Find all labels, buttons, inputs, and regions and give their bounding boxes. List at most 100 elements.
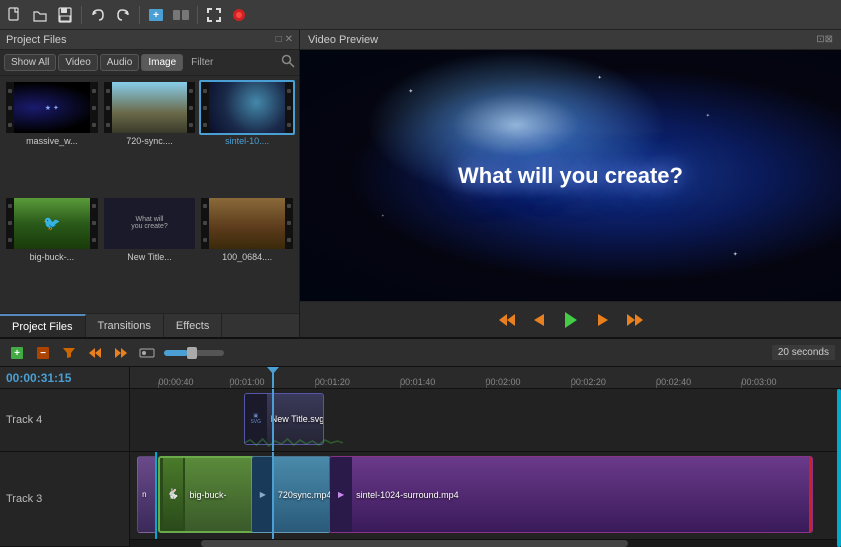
clip-thumb-icon: ▣SVG [250,413,261,425]
new-button[interactable] [4,4,26,26]
tab-effects[interactable]: Effects [164,314,222,337]
tab-transitions[interactable]: Transitions [86,314,164,337]
timeline-body: 00:00:31:15 Track 4 Track 3 00:00:40 00:… [0,367,841,547]
thumb-bigbuck-label: big-buck-... [4,251,100,263]
fullscreen-button[interactable] [203,4,225,26]
close-panel-icon[interactable]: ✕ [285,34,293,45]
undo-button[interactable] [87,4,109,26]
left-panel: Project Files □ ✕ Show All Video Audio I… [0,30,300,337]
sintel-label: sintel-1024-surround.mp4 [352,490,463,500]
skip-forward-button[interactable] [623,308,647,332]
video-filter-button[interactable]: Video [58,54,97,71]
track3-playhead [272,452,274,539]
tick-4 [400,382,401,388]
star-4: ✦ [733,251,738,258]
project-files-header: Project Files □ ✕ [0,30,299,50]
tab-project-files[interactable]: Project Files [0,314,86,337]
thumb-massive[interactable]: ★ ✦ massive_w... [4,80,100,194]
play-button[interactable] [559,308,583,332]
redo-button[interactable] [112,4,134,26]
720sync-label: 720sync.mp4 [274,490,331,500]
next-frame-button[interactable] [591,308,615,332]
svg-text:−: − [40,348,46,359]
tl-snap-button[interactable] [136,343,158,363]
thumb-newtitle-label: New Title... [102,251,198,263]
sintel-end-marker [809,457,812,532]
tl-filter-button[interactable] [58,343,80,363]
track-3-row: n 🐇 big-buck- ▶ 720sync.mp4 [130,452,841,539]
thumb-sintel[interactable]: sintel-10.... [199,80,295,194]
right-edge-marker [837,389,841,547]
scrollbar-thumb[interactable] [201,540,628,547]
pin-icon: □ [276,34,282,45]
open-button[interactable] [29,4,51,26]
preview-header-icons: ⊡⊠ [816,34,833,45]
ruler-mark-1: 00:00:40 [158,377,193,387]
thumb-720sync[interactable]: 720-sync.... [102,80,198,194]
track-labels: 00:00:31:15 Track 4 Track 3 [0,367,130,547]
filter-bar: Show All Video Audio Image Filter [0,50,299,76]
filter-label: Filter [185,55,219,70]
track-4-label: Track 4 [0,389,129,452]
sintel-thumb-icon: ▶ [338,490,344,499]
thumb-sintel-label: sintel-10.... [199,135,295,147]
new-title-clip-label: New Title.svg [267,414,324,424]
tick-5 [486,382,487,388]
clip-sintel[interactable]: ▶ sintel-1024-surround.mp4 [329,456,812,533]
tl-skip-back-button[interactable] [84,343,106,363]
thumb-bigbuck[interactable]: 🐦 big-buck-... [4,196,100,310]
thumb-100[interactable]: 100_0684.... [199,196,295,310]
zoom-slider[interactable] [164,350,224,356]
timeline-toolbar: + − 20 seconds [0,339,841,367]
tl-remove-button[interactable]: − [32,343,54,363]
tick-2 [230,382,231,388]
ruler-mark-2: 00:01:00 [230,377,265,387]
star-1: ✦ [408,88,413,95]
tick-7 [656,382,657,388]
playback-controls [300,301,841,337]
sintel-thumb: ▶ [330,457,352,532]
timecode-display: 00:00:31:15 [0,367,129,389]
sep-2 [139,6,140,24]
video-preview: ✦ ✦ ✦ ✦ ✦ What will you create? [300,50,841,301]
star-3: ✦ [381,213,384,218]
preview-header: Video Preview ⊡⊠ [300,30,841,50]
preview-title: Video Preview [308,34,378,46]
clip-720sync[interactable]: ▶ 720sync.mp4 [251,456,331,533]
track4-waveform [244,437,344,449]
audio-filter-button[interactable]: Audio [100,54,140,71]
main-area: Project Files □ ✕ Show All Video Audio I… [0,30,841,337]
preview-text: What will you create? [458,163,683,189]
track-3-label: Track 3 [0,452,129,547]
720sync-thumb-icon: ▶ [260,490,266,499]
ruler-mark-6: 00:02:20 [571,377,606,387]
image-filter-button[interactable]: Image [141,54,183,71]
split-button[interactable] [170,4,192,26]
bottom-tabs: Project Files Transitions Effects [0,313,299,337]
ruler-mark-8: 00:03:00 [741,377,776,387]
zoom-label: 20 seconds [772,345,835,360]
720sync-thumb: ▶ [252,457,274,532]
playhead-arrow [267,367,279,374]
add-button[interactable]: + [145,4,167,26]
skip-back-button[interactable] [495,308,519,332]
header-icons: □ ✕ [276,34,293,45]
record-button[interactable] [228,4,250,26]
show-all-button[interactable]: Show All [4,54,56,71]
thumb-newtitle[interactable]: What willyou create? New Title... [102,196,198,310]
tl-add-button[interactable]: + [6,343,28,363]
cyan-marker [155,452,157,539]
clip-bigbuck[interactable]: 🐇 big-buck- [158,456,258,533]
save-button[interactable] [54,4,76,26]
ruler-mark-5: 00:02:00 [486,377,521,387]
timeline-area: + − 20 seconds 00:00:31:15 Track 4 [0,337,841,547]
svg-text:+: + [14,348,20,359]
search-icon[interactable] [281,54,295,71]
timeline-scrollbar[interactable] [130,539,841,547]
prev-frame-button[interactable] [527,308,551,332]
thumb-100-label: 100_0684.... [199,251,295,263]
tick-3 [315,382,316,388]
svg-text:+: + [153,10,159,21]
bigbuck-label: big-buck- [185,490,230,500]
tl-skip-fwd-button[interactable] [110,343,132,363]
